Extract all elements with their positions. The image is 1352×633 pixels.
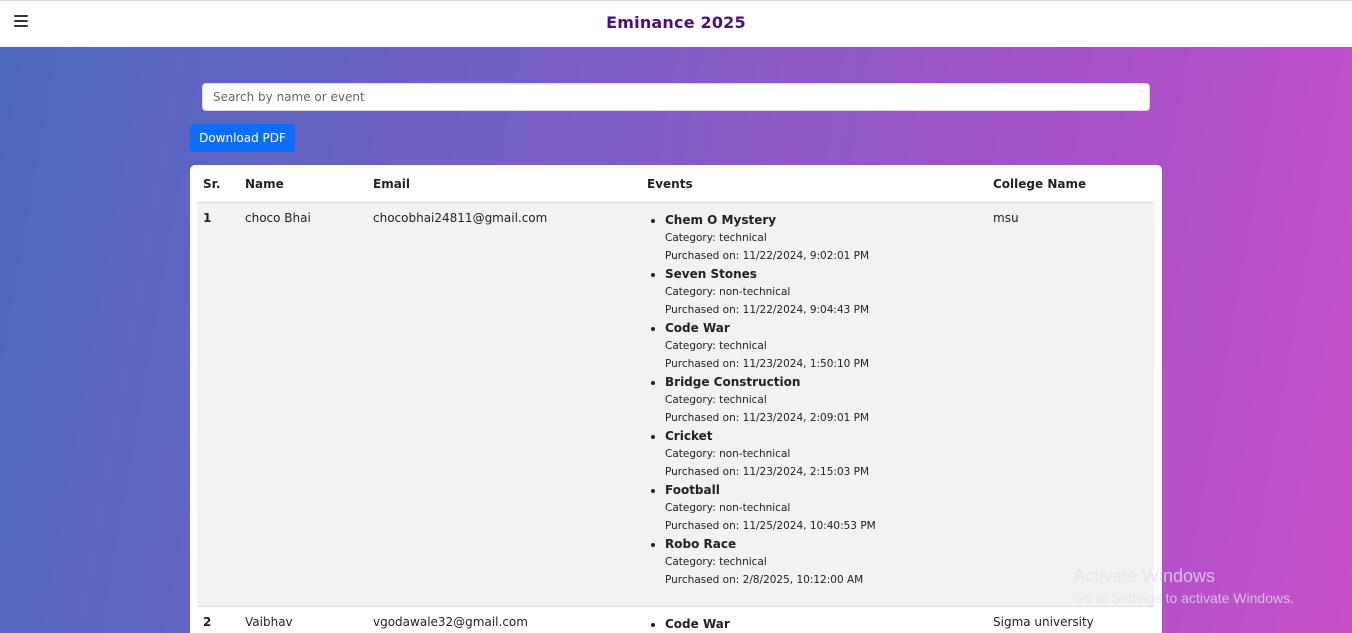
event-purchase-date: Purchased on: 11/25/2024, 10:40:53 PM	[665, 520, 876, 532]
column-header-sr: Sr.	[197, 165, 239, 203]
name-cell: choco Bhai	[239, 202, 367, 607]
column-header-college: College Name	[987, 165, 1154, 203]
event-name: Football	[665, 483, 720, 497]
events-list: Code War	[647, 615, 987, 633]
event-item: Code War Category: technical Purchased o…	[665, 319, 987, 373]
event-item: Code War	[665, 615, 987, 633]
events-cell: Code War	[641, 606, 987, 633]
event-name: Code War	[665, 617, 730, 631]
event-name: Cricket	[665, 429, 713, 443]
table-header-row: Sr. Name Email Events College Name	[197, 165, 1154, 203]
event-purchase-date: Purchased on: 2/8/2025, 10:12:00 AM	[665, 574, 864, 586]
download-pdf-button[interactable]: Download PDF	[190, 124, 295, 152]
event-name: Bridge Construction	[665, 375, 801, 389]
registrations-table-card: Sr. Name Email Events College Name 1 cho…	[190, 165, 1162, 633]
search-input[interactable]	[202, 83, 1150, 111]
college-cell: msu	[987, 202, 1154, 607]
event-category: Category: non-technical	[665, 502, 791, 514]
column-header-name: Name	[239, 165, 367, 203]
registrations-table: Sr. Name Email Events College Name 1 cho…	[197, 165, 1154, 633]
column-header-events: Events	[641, 165, 987, 203]
event-name: Code War	[665, 321, 730, 335]
event-item: Chem O Mystery Category: technical Purch…	[665, 211, 987, 265]
event-category: Category: technical	[665, 394, 767, 406]
event-name: Robo Race	[665, 537, 737, 551]
event-name: Seven Stones	[665, 267, 757, 281]
event-item: Bridge Construction Category: technical …	[665, 373, 987, 427]
event-category: Category: non-technical	[665, 448, 791, 460]
event-item: Robo Race Category: technical Purchased …	[665, 535, 987, 589]
sr-cell: 2	[197, 606, 239, 633]
email-cell: vgodawale32@gmail.com	[367, 606, 641, 633]
watermark-title: Activate Windows	[1073, 566, 1216, 586]
event-purchase-date: Purchased on: 11/23/2024, 2:09:01 PM	[665, 412, 870, 424]
table-row: 1 choco Bhai chocobhai24811@gmail.com Ch…	[197, 202, 1154, 607]
event-item: Cricket Category: non-technical Purchase…	[665, 427, 987, 481]
event-purchase-date: Purchased on: 11/22/2024, 9:04:43 PM	[665, 304, 870, 316]
event-category: Category: technical	[665, 232, 767, 244]
event-item: Seven Stones Category: non-technical Pur…	[665, 265, 987, 319]
event-purchase-date: Purchased on: 11/23/2024, 2:15:03 PM	[665, 466, 870, 478]
event-item: Football Category: non-technical Purchas…	[665, 481, 987, 535]
college-cell: Sigma university	[987, 606, 1154, 633]
table-row: 2 Vaibhav vgodawale32@gmail.com Code War…	[197, 606, 1154, 633]
column-header-email: Email	[367, 165, 641, 203]
event-category: Category: technical	[665, 556, 767, 568]
events-cell: Chem O Mystery Category: technical Purch…	[641, 202, 987, 607]
windows-activation-watermark: Activate Windows Go to Settings to activ…	[1073, 565, 1294, 609]
event-category: Category: technical	[665, 340, 767, 352]
top-navbar: Eminance 2025	[0, 0, 1352, 47]
event-name: Chem O Mystery	[665, 213, 777, 227]
events-list: Chem O Mystery Category: technical Purch…	[647, 211, 987, 589]
sr-cell: 1	[197, 202, 239, 607]
app-title: Eminance 2025	[606, 13, 746, 32]
event-purchase-date: Purchased on: 11/22/2024, 9:02:01 PM	[665, 250, 870, 262]
event-purchase-date: Purchased on: 11/23/2024, 1:50:10 PM	[665, 358, 870, 370]
name-cell: Vaibhav	[239, 606, 367, 633]
watermark-subtitle: Go to Settings to activate Windows.	[1073, 590, 1294, 606]
event-category: Category: non-technical	[665, 286, 791, 298]
email-cell: chocobhai24811@gmail.com	[367, 202, 641, 607]
